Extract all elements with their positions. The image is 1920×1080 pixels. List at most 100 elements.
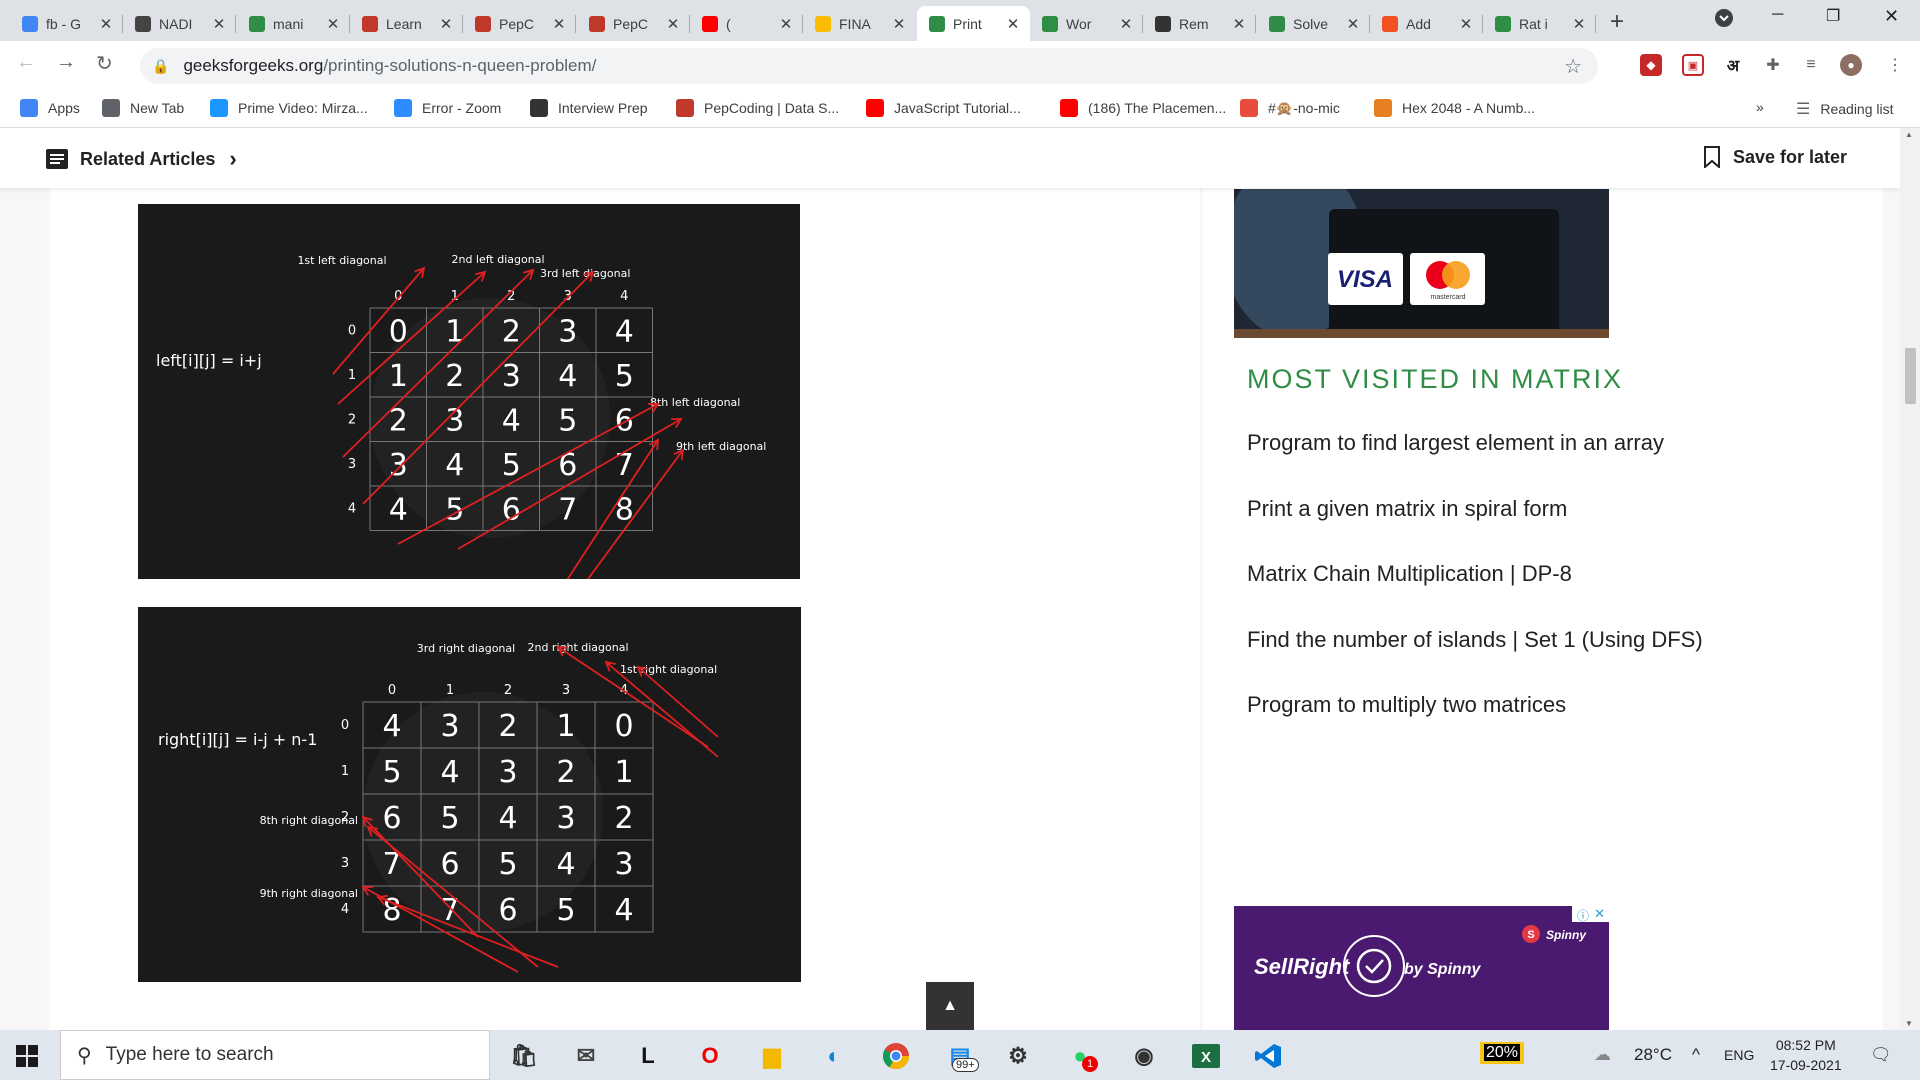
battery-indicator[interactable]: 20% — [1480, 1042, 1525, 1064]
most-visited-link[interactable]: Program to find largest element in an ar… — [1247, 430, 1664, 456]
close-tab-icon[interactable]: ✕ — [324, 15, 342, 33]
bookmark-item[interactable]: Apps — [20, 99, 80, 117]
extension-shield-icon[interactable]: ◆ — [1640, 54, 1662, 76]
bookmark-item[interactable]: Prime Video: Mirza... — [210, 99, 368, 117]
weather-icon[interactable]: ☁ — [1594, 1045, 1611, 1065]
close-tab-icon[interactable]: ✕ — [97, 15, 115, 33]
files-app-icon[interactable]: ▤ 99+ — [944, 1040, 979, 1072]
system-clock[interactable]: 08:52 PM 17-09-2021 — [1770, 1035, 1842, 1075]
taskbar-search-box[interactable]: ⚲ Type here to search — [60, 1030, 490, 1080]
address-bar[interactable]: 🔒 geeksforgeeks.org/printing-solutions-n… — [140, 48, 1598, 84]
tab-4[interactable]: Learn ✕ — [350, 6, 463, 41]
formula-label: right[i][j] = i-j + n-1 — [158, 730, 317, 749]
close-tab-icon[interactable]: ✕ — [1344, 15, 1362, 33]
tab-6[interactable]: PepC ✕ — [577, 6, 690, 41]
tab-14[interactable]: Rat i ✕ — [1483, 6, 1596, 41]
start-button[interactable] — [16, 1045, 38, 1072]
edge-icon[interactable]: ◐ — [818, 1040, 850, 1072]
restore-button[interactable]: ❐ — [1826, 6, 1840, 26]
tab-13[interactable]: Add ✕ — [1370, 6, 1483, 41]
bookmark-item[interactable]: Interview Prep — [530, 99, 647, 117]
most-visited-link[interactable]: Program to multiply two matrices — [1247, 692, 1566, 718]
tab-9[interactable]: Print ✕ — [917, 6, 1030, 41]
close-tab-icon[interactable]: ✕ — [1117, 15, 1135, 33]
extension-calendar-icon[interactable]: ▣ — [1682, 54, 1704, 76]
scroll-to-top-button[interactable]: ▲ — [926, 982, 974, 1030]
bookmark-item[interactable]: JavaScript Tutorial... — [866, 99, 1021, 117]
extension-hindi-icon[interactable]: अ — [1722, 54, 1744, 76]
tab-search-icon[interactable] — [1714, 8, 1734, 33]
related-articles-button[interactable]: Related Articles › — [44, 146, 237, 172]
most-visited-link[interactable]: Matrix Chain Multiplication | DP-8 — [1247, 561, 1572, 587]
close-tab-icon[interactable]: ✕ — [1004, 15, 1022, 33]
tab-3[interactable]: mani ✕ — [237, 6, 350, 41]
settings-gear-icon[interactable]: ⚙ — [1002, 1040, 1034, 1072]
obs-icon[interactable]: ◉ — [1128, 1040, 1160, 1072]
ad-close-icon[interactable]: ✕ — [1594, 906, 1605, 922]
bookmark-item[interactable]: #🙊-no-mic — [1240, 99, 1340, 117]
close-tab-icon[interactable]: ✕ — [437, 15, 455, 33]
tab-2[interactable]: NADI ✕ — [123, 6, 236, 41]
scroll-up-arrow[interactable]: ▲ — [1905, 130, 1913, 139]
store-icon[interactable]: 🛍 — [508, 1040, 540, 1072]
close-tab-icon[interactable]: ✕ — [1457, 15, 1475, 33]
tab-12[interactable]: Solve ✕ — [1257, 6, 1370, 41]
bookmark-item[interactable]: Error - Zoom — [394, 99, 501, 117]
opera-icon[interactable]: O — [694, 1040, 726, 1072]
reload-icon[interactable]: ↻ — [96, 51, 113, 76]
tab-8[interactable]: FINA ✕ — [803, 6, 916, 41]
bookmark-item[interactable]: (186) The Placemen... — [1060, 99, 1226, 117]
windows-taskbar: ⚲ Type here to search 🛍 ✉ L O ▆ ◐ ▤ 99+ … — [0, 1030, 1920, 1080]
mail-icon[interactable]: ✉ — [570, 1040, 602, 1072]
tab-10[interactable]: Wor ✕ — [1030, 6, 1143, 41]
close-tab-icon[interactable]: ✕ — [1570, 15, 1588, 33]
new-tab-button[interactable]: + — [1610, 8, 1624, 36]
excel-icon[interactable]: X — [1190, 1040, 1222, 1072]
profile-avatar[interactable]: ● — [1840, 54, 1862, 76]
language-indicator[interactable]: ENG — [1724, 1047, 1754, 1063]
menu-kebab-icon[interactable]: ⋮ — [1884, 54, 1906, 76]
minimize-button[interactable]: ─ — [1772, 6, 1783, 24]
spinny-ad[interactable]: SellRight by Spinny S Spinny ⓘ ✕ — [1234, 906, 1609, 1030]
bookmark-item[interactable]: PepCoding | Data S... — [676, 99, 839, 117]
scroll-down-arrow[interactable]: ▼ — [1905, 1019, 1913, 1028]
close-tab-icon[interactable]: ✕ — [550, 15, 568, 33]
vscode-icon[interactable] — [1252, 1040, 1284, 1072]
tab-5[interactable]: PepC ✕ — [463, 6, 576, 41]
close-tab-icon[interactable]: ✕ — [1230, 15, 1248, 33]
tab-1[interactable]: fb - G ✕ — [10, 6, 123, 41]
extensions-puzzle-icon[interactable]: ✚ — [1762, 54, 1784, 76]
most-visited-link[interactable]: Find the number of islands | Set 1 (Usin… — [1247, 627, 1703, 653]
weather-temp[interactable]: 28°C — [1634, 1045, 1672, 1065]
row-index: 2 — [348, 412, 356, 427]
media-control-icon[interactable]: ≡ — [1800, 54, 1822, 76]
tab-7[interactable]: (✕ — [690, 6, 803, 41]
back-icon[interactable]: ← — [16, 51, 36, 74]
chrome-icon[interactable] — [880, 1040, 912, 1072]
grid-cell: 4 — [498, 801, 517, 836]
page-scrollbar[interactable]: ▲ ▼ — [1900, 128, 1920, 1030]
notification-center-icon[interactable]: 🗨 — [1870, 1045, 1892, 1065]
close-tab-icon[interactable]: ✕ — [664, 15, 682, 33]
visa-ad[interactable]: VISA mastercard — [1234, 189, 1609, 338]
forward-icon[interactable]: → — [56, 51, 76, 74]
bookmark-item[interactable]: New Tab — [102, 99, 184, 117]
ad-info-icon[interactable]: ⓘ — [1577, 907, 1589, 924]
whatsapp-icon[interactable]: ● 1 — [1064, 1040, 1098, 1072]
close-tab-icon[interactable]: ✕ — [890, 15, 908, 33]
close-tab-icon[interactable]: ✕ — [210, 15, 228, 33]
reading-list-button[interactable]: ☰ Reading list — [1796, 99, 1894, 119]
most-visited-link[interactable]: Print a given matrix in spiral form — [1247, 496, 1567, 522]
save-for-later-button[interactable]: Save for later — [1703, 146, 1847, 168]
bookmark-star-icon[interactable]: ☆ — [1564, 54, 1582, 79]
bookmark-item[interactable]: Hex 2048 - A Numb... — [1374, 99, 1535, 117]
file-explorer-icon[interactable]: ▆ — [756, 1040, 788, 1072]
close-window-button[interactable]: ✕ — [1884, 6, 1899, 27]
bookmarks-overflow-icon[interactable]: » — [1756, 99, 1764, 115]
tab-11[interactable]: Rem ✕ — [1143, 6, 1256, 41]
close-tab-icon[interactable]: ✕ — [777, 15, 795, 33]
l-app-icon[interactable]: L — [632, 1040, 664, 1072]
tab-separator — [575, 15, 576, 33]
tray-chevron-up-icon[interactable]: ^ — [1692, 1045, 1700, 1065]
scrollbar-thumb[interactable] — [1905, 348, 1916, 404]
